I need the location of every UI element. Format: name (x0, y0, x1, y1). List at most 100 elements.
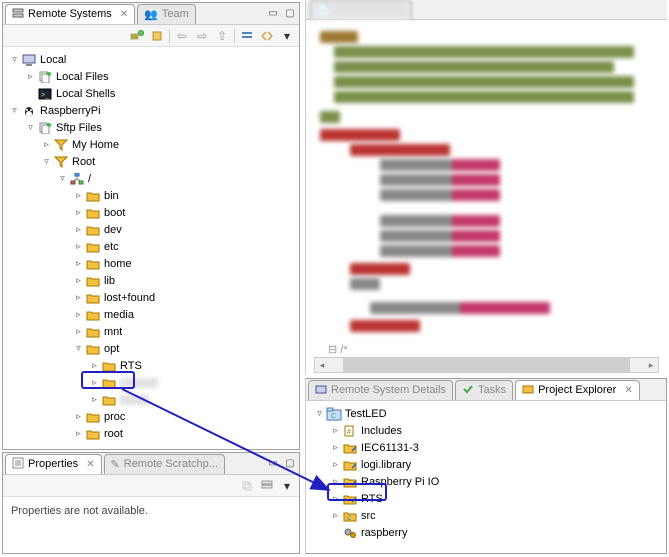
expand-icon[interactable]: ▹ (41, 139, 52, 150)
folder-icon (85, 290, 101, 306)
expand-icon[interactable]: ▹ (330, 476, 341, 487)
tree-node-local-shells[interactable]: ▹ >_ Local Shells (5, 85, 297, 102)
expand-icon[interactable]: ▹ (73, 190, 84, 201)
tree-node-folder[interactable]: ▹bin (5, 187, 297, 204)
expand-icon[interactable]: ▿ (314, 408, 325, 419)
node-label: lost+found (104, 292, 155, 304)
new-connection-icon[interactable] (129, 28, 145, 44)
menu-icon[interactable]: ▾ (279, 28, 295, 44)
expand-icon[interactable]: ▹ (73, 275, 84, 286)
tab-remote-system-details[interactable]: Remote System Details (308, 380, 453, 400)
pin-icon[interactable] (239, 478, 255, 494)
expand-icon[interactable]: ▹ (73, 428, 84, 439)
tree-node-logi[interactable]: ▹ logi.library (308, 456, 664, 473)
expand-icon[interactable]: ▹ (25, 71, 36, 82)
minimize-icon[interactable]: ▭ (266, 7, 280, 21)
project-explorer-tree: ▿ C TestLED ▹ # Includes ▹ IEC61131-3 ▹ … (306, 401, 666, 551)
shell-icon: >_ (37, 86, 53, 102)
tree-node-folder[interactable]: ▹boot (5, 204, 297, 221)
expand-icon[interactable]: ▹ (89, 377, 100, 388)
scroll-right-icon[interactable]: ▸ (644, 360, 658, 371)
tree-node-raspberrypi[interactable]: ▿ RaspberryPi (5, 102, 297, 119)
expand-icon[interactable]: ▹ (73, 224, 84, 235)
tab-project-explorer[interactable]: Project Explorer ✕ (515, 380, 640, 400)
tree-node-folder[interactable]: ▹lib (5, 272, 297, 289)
folder-icon (101, 375, 117, 391)
refresh-icon[interactable] (149, 28, 165, 44)
up-icon[interactable]: ⇧ (214, 28, 230, 44)
c-file-icon: 📄 (317, 4, 331, 17)
expand-icon[interactable]: ▹ (330, 459, 341, 470)
tree-node-folder[interactable]: ▹proc (5, 408, 297, 425)
expand-icon[interactable]: ▹ (73, 309, 84, 320)
expand-icon[interactable]: ▹ (73, 207, 84, 218)
tree-node-folder[interactable]: ▹home (5, 255, 297, 272)
close-icon[interactable]: ✕ (120, 9, 128, 20)
expand-icon[interactable]: ▿ (9, 105, 20, 116)
scroll-thumb[interactable] (343, 358, 630, 372)
tree-node-folder[interactable]: ▹etc (5, 238, 297, 255)
expand-icon[interactable]: ▿ (9, 54, 20, 65)
expand-icon[interactable]: ▹ (330, 510, 341, 521)
tree-node-slash[interactable]: ▿ / (5, 170, 297, 187)
menu-icon[interactable]: ▾ (279, 478, 295, 494)
tab-remote-scratchpad[interactable]: ✎ Remote Scratchp... (104, 454, 225, 474)
expand-icon[interactable]: ▹ (73, 326, 84, 337)
editor-horizontal-scrollbar[interactable]: ◂ ▸ (314, 357, 659, 373)
collapse-all-icon[interactable] (239, 28, 255, 44)
tree-node-folder[interactable]: ▹dev (5, 221, 297, 238)
tree-node-folder[interactable]: ▿opt (5, 340, 297, 357)
expand-icon[interactable]: ▿ (25, 122, 36, 133)
expand-icon[interactable]: ▿ (41, 156, 52, 167)
tab-remote-systems[interactable]: Remote Systems ✕ (5, 4, 135, 24)
properties-icon (12, 457, 24, 472)
tree-node-folder[interactable]: ▹root (5, 425, 297, 442)
expand-icon[interactable]: ▹ (89, 360, 100, 371)
tree-node-includes[interactable]: ▹ # Includes (308, 422, 664, 439)
expand-icon[interactable]: ▿ (57, 173, 68, 184)
expand-icon[interactable]: ▹ (73, 258, 84, 269)
tree-node-raspberry[interactable]: ▹ raspberry (308, 524, 664, 541)
tab-label: Remote System Details (331, 384, 446, 396)
tree-node-sftp-files[interactable]: ▿ Sftp Files (5, 119, 297, 136)
folder-link-icon (342, 474, 358, 490)
expand-icon[interactable]: ▹ (73, 292, 84, 303)
expand-icon[interactable]: ▹ (330, 493, 341, 504)
expand-icon[interactable]: ▹ (330, 425, 341, 436)
tree-node-root[interactable]: ▿ Root (5, 153, 297, 170)
tree-node-folder[interactable]: ▹ lost+found (5, 289, 297, 306)
back-icon[interactable]: ⇦ (174, 28, 190, 44)
scroll-left-icon[interactable]: ◂ (315, 360, 329, 371)
tab-tasks[interactable]: Tasks (455, 380, 513, 400)
maximize-icon[interactable]: ▢ (283, 7, 297, 21)
tab-team[interactable]: 👥 Team (137, 4, 196, 24)
editor-tab-blurred[interactable]: 📄 (310, 0, 412, 20)
expand-icon[interactable]: ▹ (89, 394, 100, 405)
tree-node-iec[interactable]: ▹ IEC61131-3 (308, 439, 664, 456)
tree-node-rpi-io[interactable]: ▹ Raspberry Pi IO (308, 473, 664, 490)
tree-node-project[interactable]: ▿ C TestLED (308, 405, 664, 422)
minimize-icon[interactable]: ▭ (266, 457, 280, 471)
tree-node-rts[interactable]: ▹ RTS (5, 357, 297, 374)
tree-node-src[interactable]: ▹ C src (308, 507, 664, 524)
close-icon[interactable]: ✕ (624, 385, 632, 396)
close-icon[interactable]: ✕ (86, 459, 94, 470)
expand-icon[interactable]: ▿ (73, 343, 84, 354)
tree-node-project-rts[interactable]: ▹ RTS (308, 490, 664, 507)
tree-node-blurred[interactable]: ▹ (5, 391, 297, 408)
tree-node-folder[interactable]: ▹mnt (5, 323, 297, 340)
tree-node-blurred[interactable]: ▹ (5, 374, 297, 391)
categories-icon[interactable] (259, 478, 275, 494)
tree-node-local[interactable]: ▿ Local (5, 51, 297, 68)
node-label: IEC61131-3 (361, 442, 419, 454)
tree-node-my-home[interactable]: ▹ My Home (5, 136, 297, 153)
link-icon[interactable] (259, 28, 275, 44)
forward-icon[interactable]: ⇨ (194, 28, 210, 44)
tree-node-local-files[interactable]: ▹ Local Files (5, 68, 297, 85)
expand-icon[interactable]: ▹ (73, 411, 84, 422)
expand-icon[interactable]: ▹ (73, 241, 84, 252)
expand-icon[interactable]: ▹ (330, 442, 341, 453)
maximize-icon[interactable]: ▢ (283, 457, 297, 471)
tree-node-folder[interactable]: ▹media (5, 306, 297, 323)
tab-properties[interactable]: Properties ✕ (5, 454, 102, 474)
